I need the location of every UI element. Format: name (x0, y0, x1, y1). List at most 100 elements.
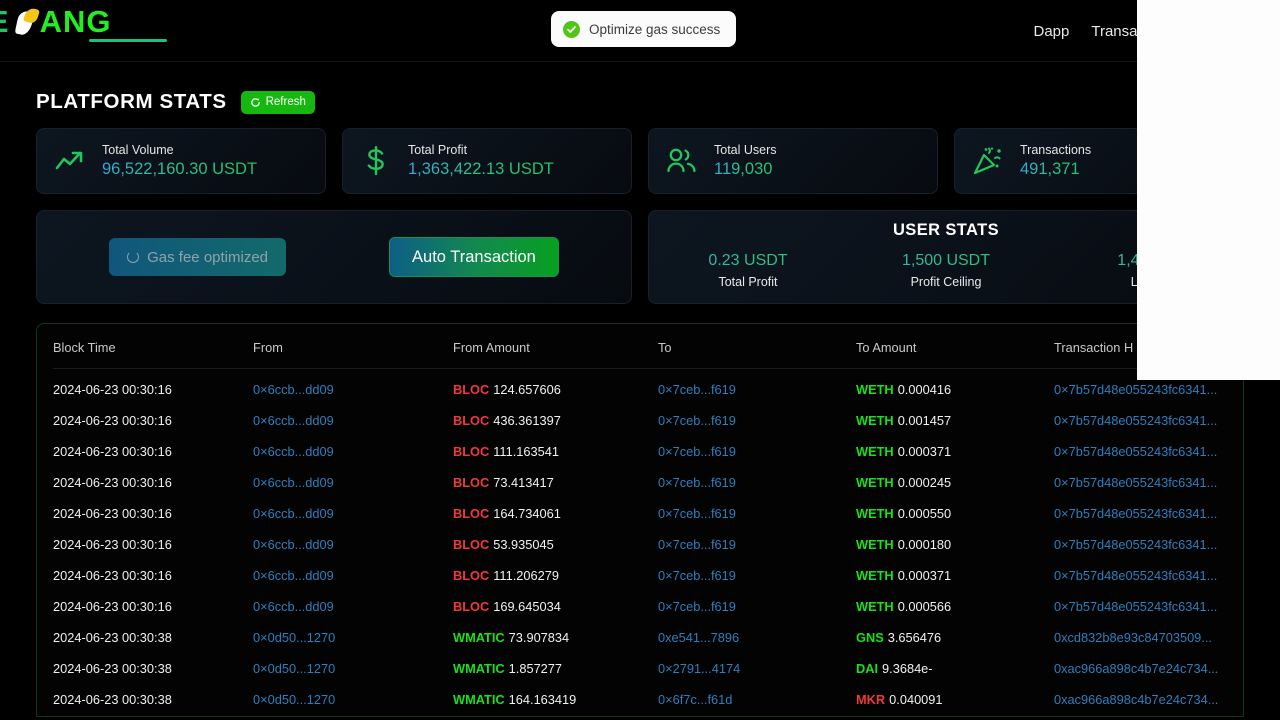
token-symbol: BLOC (453, 506, 490, 521)
refresh-label: Refresh (265, 96, 306, 108)
token-symbol: WETH (856, 444, 894, 459)
cell-block-time: 2024-06-23 00:30:38 (53, 692, 172, 707)
cell-to-address: 0×7ceb...f619 (658, 413, 736, 428)
site-logo[interactable]: OME ANG (0, 5, 112, 39)
blank-white-overlay-window[interactable] (1137, 0, 1280, 380)
column-header-to-amount[interactable]: To Amount (856, 324, 1054, 369)
top-header-bar: OME ANG Optimize gas success Dapp Transa… (0, 0, 1280, 62)
user-stat-label: Total Profit (718, 275, 778, 289)
token-symbol: MKR (856, 692, 886, 707)
cell-from-address: 0×0d50...1270 (253, 692, 336, 707)
cell-from-address: 0×6ccb...dd09 (253, 413, 334, 428)
transactions-table-card: Block Time From From Amount To To Amount… (36, 323, 1244, 717)
cell-to-amount: DAI 9.3684e- (856, 661, 933, 676)
table-row[interactable]: 2024-06-23 00:30:38 0×0d50...1270 WMATIC 73… (53, 622, 1243, 653)
cell-from-address: 0×6ccb...dd09 (253, 506, 334, 521)
cell-from-address: 0×6ccb...dd09 (253, 382, 334, 397)
toast-message: Optimize gas success (589, 21, 721, 37)
table-row[interactable]: 2024-06-23 00:30:16 0×6ccb...dd09 BLOC 436.… (53, 405, 1243, 436)
cell-transaction-hash: 0×7b57d48e055243fc6341... (1054, 506, 1218, 521)
stat-label: Total Profit (408, 143, 468, 157)
cell-transaction-hash: 0×7b57d48e055243fc6341... (1054, 413, 1218, 428)
stat-value: 96,522,160.30 USDT (102, 160, 258, 178)
logo-underline (89, 39, 167, 42)
cell-to-address: 0×7ceb...f619 (658, 382, 736, 397)
platform-stat-cards: Total Volume 96,522,160.30 USDT Total Pr… (36, 128, 1244, 194)
cell-from-amount: BLOC 111.206279 (453, 568, 559, 583)
cell-from-amount: WMATIC 1.857277 (453, 661, 563, 676)
cell-from-amount: BLOC 124.657606 (453, 382, 561, 397)
cell-block-time: 2024-06-23 00:30:38 (53, 630, 172, 645)
cell-from-amount: WMATIC 164.163419 (453, 692, 577, 707)
page-title: PLATFORM STATS (36, 90, 227, 113)
app-root: OME ANG Optimize gas success Dapp Transa… (0, 0, 1280, 720)
cell-from-amount: BLOC 53.935045 (453, 537, 554, 552)
cell-from-amount: BLOC 111.163541 (453, 444, 559, 459)
token-symbol: BLOC (453, 537, 490, 552)
cell-from-address: 0×6ccb...dd09 (253, 475, 334, 490)
cell-to-amount: WETH 0.000245 (856, 475, 952, 490)
table-row[interactable]: 2024-06-23 00:30:16 0×6ccb...dd09 BLOC 111.… (53, 436, 1243, 467)
column-header-from-amount[interactable]: From Amount (453, 324, 658, 369)
token-symbol: WETH (856, 382, 894, 397)
cell-to-address: 0×3c49...3359 (658, 715, 856, 716)
table-row[interactable]: 2024-06-23 00:30:16 0×6ccb...dd09 BLOC 53.9… (53, 529, 1243, 560)
table-row[interactable]: 2024-06-23 00:30:38 0×0d50...1270 WMATIC 16… (53, 684, 1243, 715)
cell-from-address: 0×6ccb...dd09 (253, 568, 334, 583)
cell-from-address: 0×0d50...1270 (253, 630, 336, 645)
token-symbol: BLOC (453, 568, 490, 583)
table-row[interactable]: 2024-06-23 00:30:16 0×6ccb...dd09 BLOC 169.… (53, 591, 1243, 622)
stat-label: Total Volume (102, 143, 174, 157)
stat-value: 491,371 (1020, 160, 1091, 179)
cell-block-time: 2024-06-23 00:30:16 (53, 444, 172, 459)
token-symbol: DAI (856, 661, 879, 676)
column-header-to[interactable]: To (658, 324, 856, 369)
cell-to-amount: MKR 0.040091 (856, 692, 943, 707)
cell-transaction-hash: 0xac966a898c4b7e24c734... (1054, 661, 1219, 676)
column-header-block-time[interactable]: Block Time (53, 324, 253, 369)
confetti-icon (971, 144, 1005, 178)
stat-card-total-volume: Total Volume 96,522,160.30 USDT (36, 128, 326, 194)
cell-block-time: 2024-06-23 00:30:38 (53, 661, 172, 676)
table-body: 2024-06-23 00:30:16 0×6ccb...dd09 BLOC 124.… (53, 369, 1243, 717)
gas-button-label: Gas fee optimized (147, 248, 269, 266)
table-row[interactable]: 2024-06-23 00:30:380×0d50...1270WMATIC11… (53, 715, 1243, 716)
token-symbol: WETH (856, 475, 894, 490)
cell-block-time: 2024-06-23 00:30:16 (53, 506, 172, 521)
cell-to-address: 0×7ceb...f619 (658, 537, 736, 552)
check-circle-icon (563, 20, 580, 38)
stat-label: Transactions (1020, 143, 1092, 157)
transactions-table: Block Time From From Amount To To Amount… (53, 324, 1243, 717)
table-row[interactable]: 2024-06-23 00:30:16 0×6ccb...dd09 BLOC 111.… (53, 560, 1243, 591)
cell-to-amount: GNS 3.656476 (856, 630, 942, 645)
token-symbol: WMATIC (453, 661, 505, 676)
cell-from-amount: WMATIC 73.907834 (453, 630, 570, 645)
cell-transaction-hash: 0xcd832b8e93c84703509... (1054, 630, 1212, 645)
trending-up-icon (53, 144, 87, 178)
gas-fee-optimized-button[interactable]: Gas fee optimized (109, 238, 287, 276)
cell-from-amount: BLOC 436.361397 (453, 413, 561, 428)
transaction-controls-panel: Gas fee optimized Auto Transaction (36, 210, 632, 304)
cell-block-time: 2024-06-23 00:30:38 (53, 715, 253, 716)
token-symbol: WMATIC (453, 692, 505, 707)
refresh-button[interactable]: Refresh (240, 90, 315, 114)
cell-to-amount: WETH 0.000371 (856, 568, 952, 583)
platform-stats-header: PLATFORM STATS Refresh (36, 90, 1244, 114)
cell-to-amount: WETH 0.001457 (856, 413, 952, 428)
gas-success-toast: Optimize gas success (551, 11, 737, 47)
stat-card-total-users: Total Users 119,030 (648, 128, 938, 194)
auto-transaction-button[interactable]: Auto Transaction (389, 237, 559, 277)
column-header-from[interactable]: From (253, 324, 453, 369)
table-row[interactable]: 2024-06-23 00:30:16 0×6ccb...dd09 BLOC 164.… (53, 498, 1243, 529)
cell-from-address: 0×0d50...1270 (253, 661, 336, 676)
nav-item-dapp[interactable]: Dapp (1033, 23, 1069, 40)
table-row[interactable]: 2024-06-23 00:30:38 0×0d50...1270 WMATIC 1.… (53, 653, 1243, 684)
table-row[interactable]: 2024-06-23 00:30:16 0×6ccb...dd09 BLOC 73.4… (53, 467, 1243, 498)
cell-from-amount: WMATIC11.911626 (453, 715, 658, 716)
user-stat-value: 1,500 USDT (847, 252, 1045, 270)
cell-from-amount: BLOC 164.734061 (453, 506, 561, 521)
stat-value: 1,363,422.13 USDT (408, 160, 554, 178)
boomerang-mark-icon (13, 6, 40, 37)
cell-to-amount: WETH 0.000566 (856, 599, 952, 614)
table-row[interactable]: 2024-06-23 00:30:16 0×6ccb...dd09 BLOC 124.… (53, 369, 1243, 406)
